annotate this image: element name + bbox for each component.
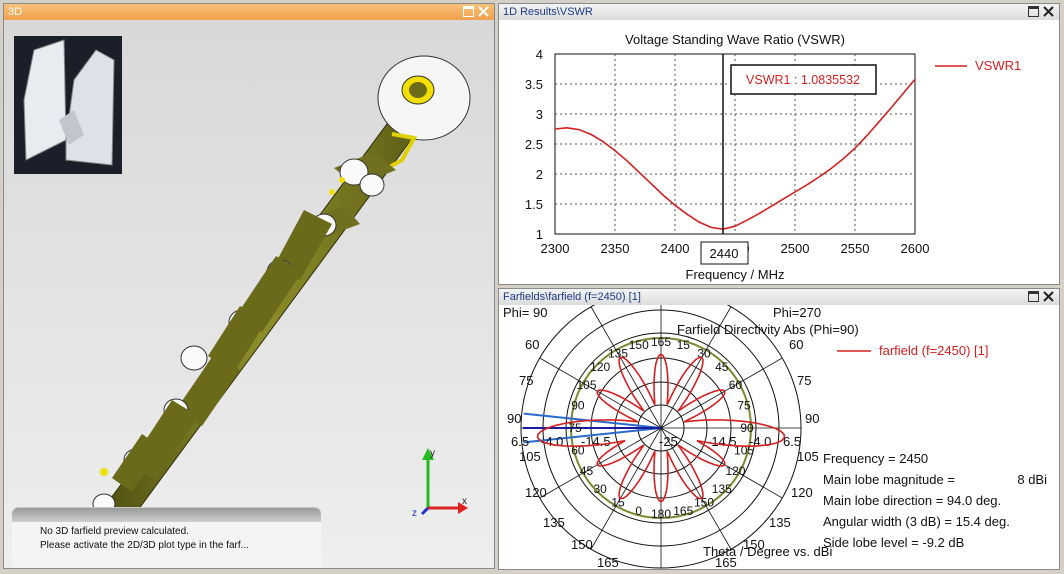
thumbnail-image [14, 36, 122, 174]
x-tick-label: 2400 [661, 241, 690, 256]
message-line-1: No 3D farfield preview calculated. [40, 526, 189, 537]
panel-farfield-title: Farfields\farfield (f=2450) [1] [503, 291, 641, 303]
maximize-button[interactable] [1028, 291, 1039, 302]
outer-angle-label: 75 [519, 373, 533, 388]
inner-angle-label: 135 [712, 482, 732, 496]
legend: VSWR1 [935, 58, 1021, 73]
legend-label: farfield (f=2450) [1] [879, 343, 988, 358]
x-tick-label: 2600 [901, 241, 930, 256]
inner-angle-label: 30 [697, 347, 711, 361]
marker-readout-text: VSWR1 : 1.0835532 [746, 73, 860, 87]
panel-3d-titlebar[interactable]: 3D [4, 4, 494, 20]
radial-label: -25 [659, 434, 678, 449]
panel-vswr-titlebar[interactable]: 1D Results\VSWR [499, 4, 1059, 20]
inner-angle-label: 90 [571, 399, 585, 413]
marker-x-label: 2440 [710, 246, 739, 261]
x-tick-label: 2300 [541, 241, 570, 256]
bottom-axis-label: Theta / Degree vs. dBi [703, 544, 832, 559]
inner-angle-label: 15 [677, 338, 691, 352]
radial-label: -14.5 [581, 434, 611, 449]
close-icon [1043, 291, 1054, 302]
y-tick-label: 2.5 [525, 137, 543, 152]
chart-title: Farfield Directivity Abs (Phi=90) [677, 322, 859, 337]
inner-angle-label: 30 [594, 482, 608, 496]
chart-title: Voltage Standing Wave Ratio (VSWR) [625, 32, 845, 47]
axis-y-label: y [430, 448, 435, 459]
close-button[interactable] [478, 6, 489, 17]
inner-angle-label: 75 [737, 399, 751, 413]
legend: farfield (f=2450) [1] [837, 343, 988, 358]
info-main-lobe-magnitude: 8 dBi [1017, 472, 1047, 487]
outer-angle-label: 135 [543, 515, 565, 530]
inner-angle-label: 105 [577, 378, 597, 392]
y-tick-label: 3 [536, 107, 543, 122]
x-tick-label: 2550 [841, 241, 870, 256]
inner-angle-label: 0 [635, 504, 642, 518]
inner-angle-label: 45 [580, 464, 594, 478]
x-tick-label: 2500 [781, 241, 810, 256]
outer-angle-label: 120 [525, 485, 547, 500]
panel-vswr-title: 1D Results\VSWR [503, 6, 593, 18]
y-tick-label: 4 [536, 47, 543, 62]
axis-z-label: z [412, 508, 417, 519]
info-angular-width: Angular width (3 dB) = 15.4 deg. [823, 514, 1010, 529]
marker-x-box: 2440 [700, 241, 749, 265]
info-side-lobe-level: Side lobe level = -9.2 dB [823, 535, 964, 550]
inner-angle-label: 120 [590, 360, 610, 374]
3d-viewport[interactable]: y x z [4, 20, 494, 568]
inner-angle-label: 45 [715, 360, 729, 374]
outer-angle-label: 60 [789, 337, 803, 352]
outer-angle-label: 90 [507, 411, 521, 426]
panel-farfield[interactable]: Farfields\farfield (f=2450) [1] 60 75 90 10… [498, 288, 1060, 570]
phi-left-label: Phi= 90 [503, 305, 547, 320]
vswr-chart[interactable]: Voltage Standing Wave Ratio (VSWR) 2300 2… [499, 20, 1059, 284]
farfield-info: Frequency = 2450 Main lobe magnitude = 8… [823, 451, 1047, 550]
close-button[interactable] [1043, 291, 1054, 302]
x-axis-label: Frequency / MHz [686, 267, 785, 282]
close-icon [478, 6, 489, 17]
farfield-polar-chart[interactable]: 6075901051201351501656075901051201351501… [499, 305, 1059, 569]
inner-angle-label: 180 [651, 507, 671, 521]
outer-angle-label: 60 [525, 337, 539, 352]
outer-angle-label: 105 [519, 449, 541, 464]
panel-3d-title: 3D [8, 6, 23, 18]
inner-angle-label: 120 [725, 464, 745, 478]
y-tick-label: 2 [536, 167, 543, 182]
x-tick-label: 2350 [601, 241, 630, 256]
inner-angle-label: 150 [629, 338, 649, 352]
y-tick-label: 1.5 [525, 197, 543, 212]
outer-angle-label: 120 [791, 485, 813, 500]
legend-label: VSWR1 [975, 58, 1021, 73]
close-button[interactable] [1043, 6, 1054, 17]
outer-angle-label: 75 [797, 373, 811, 388]
maximize-button[interactable] [1028, 6, 1039, 17]
outer-angle-label: 135 [769, 515, 791, 530]
message-line-2: Please activate the 2D/3D plot type in t… [40, 540, 250, 551]
axis-x-label: x [462, 496, 467, 507]
outer-angle-label: 165 [597, 555, 619, 569]
outer-angle-label: 150 [571, 537, 593, 552]
maximize-button[interactable] [463, 6, 474, 17]
y-tick-label: 3.5 [525, 77, 543, 92]
y-tick-label: 1 [536, 227, 543, 242]
radial-label: -14.5 [707, 434, 737, 449]
info-main-lobe-magnitude-label: Main lobe magnitude = [823, 472, 955, 487]
panel-farfield-titlebar[interactable]: Farfields\farfield (f=2450) [1] [499, 289, 1059, 305]
message-box: No 3D farfield preview calculated. Pleas… [12, 507, 321, 568]
inner-angle-label: 60 [729, 378, 743, 392]
outer-angle-label: 105 [797, 449, 819, 464]
inner-angle-label: 165 [673, 504, 693, 518]
inner-angle-label: 165 [651, 335, 671, 349]
radial-label: 6.5 [511, 434, 529, 449]
phi-right-label: Phi=270 [773, 305, 821, 320]
close-icon [1043, 6, 1054, 17]
panel-vswr[interactable]: 1D Results\VSWR Voltage Standing Wave Ra… [498, 3, 1060, 285]
radial-label: 6.5 [783, 434, 801, 449]
info-main-lobe-direction: Main lobe direction = 94.0 deg. [823, 493, 1001, 508]
panel-3d[interactable]: 3D y x z No 3D farfield preview calculat… [3, 3, 495, 569]
info-frequency: Frequency = 2450 [823, 451, 928, 466]
marker-readout: VSWR1 : 1.0835532 [730, 64, 877, 95]
outer-angle-label: 90 [805, 411, 819, 426]
